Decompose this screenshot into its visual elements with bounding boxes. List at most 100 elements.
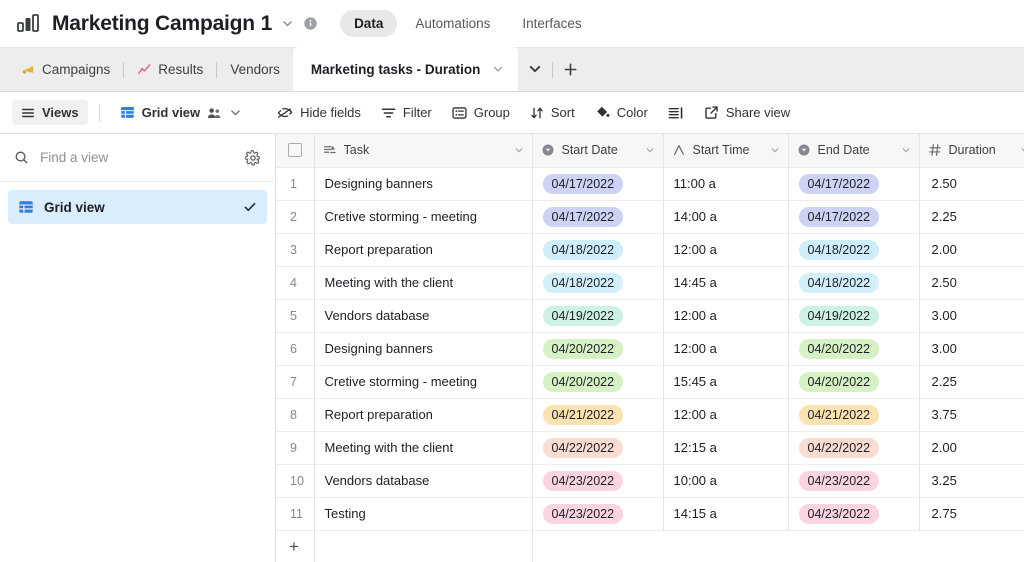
table-row[interactable]: 7Cretive storming - meeting04/20/202215:…	[276, 365, 1024, 398]
cell-task[interactable]: Meeting with the client	[314, 431, 532, 464]
cell-duration[interactable]: 2.00	[919, 431, 1024, 464]
group-button[interactable]: Group	[443, 100, 519, 125]
cell-start-time[interactable]: 12:00 a	[663, 398, 788, 431]
cell-duration[interactable]: 2.50	[919, 167, 1024, 200]
cell-start-date[interactable]: 04/23/2022	[532, 464, 663, 497]
cell-duration[interactable]: 3.75	[919, 398, 1024, 431]
table-row[interactable]: 1Designing banners04/17/202211:00 a04/17…	[276, 167, 1024, 200]
cell-duration[interactable]: 2.75	[919, 497, 1024, 530]
column-header-start-time[interactable]: Start Time	[663, 134, 788, 167]
table-row[interactable]: 2Cretive storming - meeting04/17/202214:…	[276, 200, 1024, 233]
checkbox-icon[interactable]	[288, 143, 302, 157]
cell-end-date[interactable]: 04/23/2022	[788, 464, 919, 497]
cell-task[interactable]: Report preparation	[314, 233, 532, 266]
search-input[interactable]	[40, 150, 234, 165]
cell-start-time[interactable]: 12:15 a	[663, 431, 788, 464]
cell-start-time[interactable]: 15:45 a	[663, 365, 788, 398]
cell-end-date[interactable]: 04/17/2022	[788, 167, 919, 200]
caret-down-icon[interactable]	[1020, 145, 1024, 155]
tab-results[interactable]: Results	[124, 47, 216, 91]
views-button[interactable]: Views	[12, 100, 88, 125]
cell-duration[interactable]: 2.25	[919, 365, 1024, 398]
table-row[interactable]: 10Vendors database04/23/202210:00 a04/23…	[276, 464, 1024, 497]
table-row[interactable]: 6Designing banners04/20/202212:00 a04/20…	[276, 332, 1024, 365]
filter-button[interactable]: Filter	[372, 100, 441, 125]
column-header-duration[interactable]: Duration	[919, 134, 1024, 167]
cell-end-date[interactable]: 04/20/2022	[788, 332, 919, 365]
cell-duration[interactable]: 3.25	[919, 464, 1024, 497]
cell-end-date[interactable]: 04/18/2022	[788, 266, 919, 299]
cell-duration[interactable]: 3.00	[919, 332, 1024, 365]
cell-duration[interactable]: 2.50	[919, 266, 1024, 299]
cell-start-date[interactable]: 04/18/2022	[532, 266, 663, 299]
cell-end-date[interactable]: 04/20/2022	[788, 365, 919, 398]
hide-fields-button[interactable]: Hide fields	[268, 100, 370, 125]
color-button[interactable]: Color	[586, 100, 657, 125]
cell-start-time[interactable]: 14:15 a	[663, 497, 788, 530]
info-icon[interactable]	[303, 16, 318, 31]
column-header-start-date[interactable]: Start Date	[532, 134, 663, 167]
row-height-button[interactable]	[659, 101, 693, 125]
chevron-down-icon[interactable]	[230, 107, 241, 118]
cell-start-date[interactable]: 04/17/2022	[532, 167, 663, 200]
caret-down-icon[interactable]	[645, 145, 655, 155]
cell-start-date[interactable]: 04/17/2022	[532, 200, 663, 233]
share-view-button[interactable]: Share view	[695, 100, 799, 125]
table-row[interactable]: 5Vendors database04/19/202212:00 a04/19/…	[276, 299, 1024, 332]
nav-item-automations[interactable]: Automations	[401, 10, 504, 37]
table-row[interactable]: 3Report preparation04/18/202212:00 a04/1…	[276, 233, 1024, 266]
table-row[interactable]: 4Meeting with the client04/18/202214:45 …	[276, 266, 1024, 299]
cell-duration[interactable]: 2.25	[919, 200, 1024, 233]
cell-end-date[interactable]: 04/17/2022	[788, 200, 919, 233]
cell-start-time[interactable]: 12:00 a	[663, 299, 788, 332]
sidebar-item-grid-view[interactable]: Grid view	[8, 190, 267, 224]
chevron-down-icon[interactable]	[492, 63, 504, 75]
cell-start-date[interactable]: 04/20/2022	[532, 365, 663, 398]
caret-down-icon[interactable]	[770, 145, 780, 155]
nav-item-interfaces[interactable]: Interfaces	[508, 10, 595, 37]
add-record-row[interactable]: +	[276, 530, 1024, 562]
cell-end-date[interactable]: 04/19/2022	[788, 299, 919, 332]
cell-task[interactable]: Designing banners	[314, 167, 532, 200]
cell-start-time[interactable]: 10:00 a	[663, 464, 788, 497]
cell-task[interactable]: Vendors database	[314, 299, 532, 332]
cell-start-time[interactable]: 14:45 a	[663, 266, 788, 299]
cell-end-date[interactable]: 04/18/2022	[788, 233, 919, 266]
tab-campaigns[interactable]: Campaigns	[8, 47, 123, 91]
cell-end-date[interactable]: 04/22/2022	[788, 431, 919, 464]
table-row[interactable]: 9Meeting with the client04/22/202212:15 …	[276, 431, 1024, 464]
tab-list-dropdown-button[interactable]	[518, 47, 552, 91]
cell-start-date[interactable]: 04/20/2022	[532, 332, 663, 365]
cell-task[interactable]: Vendors database	[314, 464, 532, 497]
cell-task[interactable]: Designing banners	[314, 332, 532, 365]
add-table-button[interactable]	[553, 47, 587, 91]
cell-task[interactable]: Cretive storming - meeting	[314, 200, 532, 233]
chevron-down-icon[interactable]	[281, 17, 294, 30]
cell-start-time[interactable]: 11:00 a	[663, 167, 788, 200]
caret-down-icon[interactable]	[901, 145, 911, 155]
cell-start-date[interactable]: 04/19/2022	[532, 299, 663, 332]
cell-start-date[interactable]: 04/18/2022	[532, 233, 663, 266]
cell-task[interactable]: Testing	[314, 497, 532, 530]
column-header-task[interactable]: Task	[314, 134, 532, 167]
grid-view-button[interactable]: Grid view	[111, 100, 251, 125]
cell-task[interactable]: Meeting with the client	[314, 266, 532, 299]
cell-start-date[interactable]: 04/21/2022	[532, 398, 663, 431]
cell-duration[interactable]: 2.00	[919, 233, 1024, 266]
cell-end-date[interactable]: 04/21/2022	[788, 398, 919, 431]
gear-icon[interactable]	[245, 150, 261, 166]
cell-start-time[interactable]: 12:00 a	[663, 233, 788, 266]
caret-down-icon[interactable]	[514, 145, 524, 155]
select-all-header[interactable]	[276, 134, 314, 167]
nav-item-data[interactable]: Data	[340, 10, 397, 37]
cell-task[interactable]: Cretive storming - meeting	[314, 365, 532, 398]
table-row[interactable]: 11Testing04/23/202214:15 a04/23/20222.75	[276, 497, 1024, 530]
tab-vendors[interactable]: Vendors	[217, 47, 293, 91]
cell-start-date[interactable]: 04/23/2022	[532, 497, 663, 530]
cell-start-time[interactable]: 12:00 a	[663, 332, 788, 365]
cell-end-date[interactable]: 04/23/2022	[788, 497, 919, 530]
table-row[interactable]: 8Report preparation04/21/202212:00 a04/2…	[276, 398, 1024, 431]
column-header-end-date[interactable]: End Date	[788, 134, 919, 167]
add-record-button[interactable]: +	[276, 530, 314, 562]
cell-duration[interactable]: 3.00	[919, 299, 1024, 332]
